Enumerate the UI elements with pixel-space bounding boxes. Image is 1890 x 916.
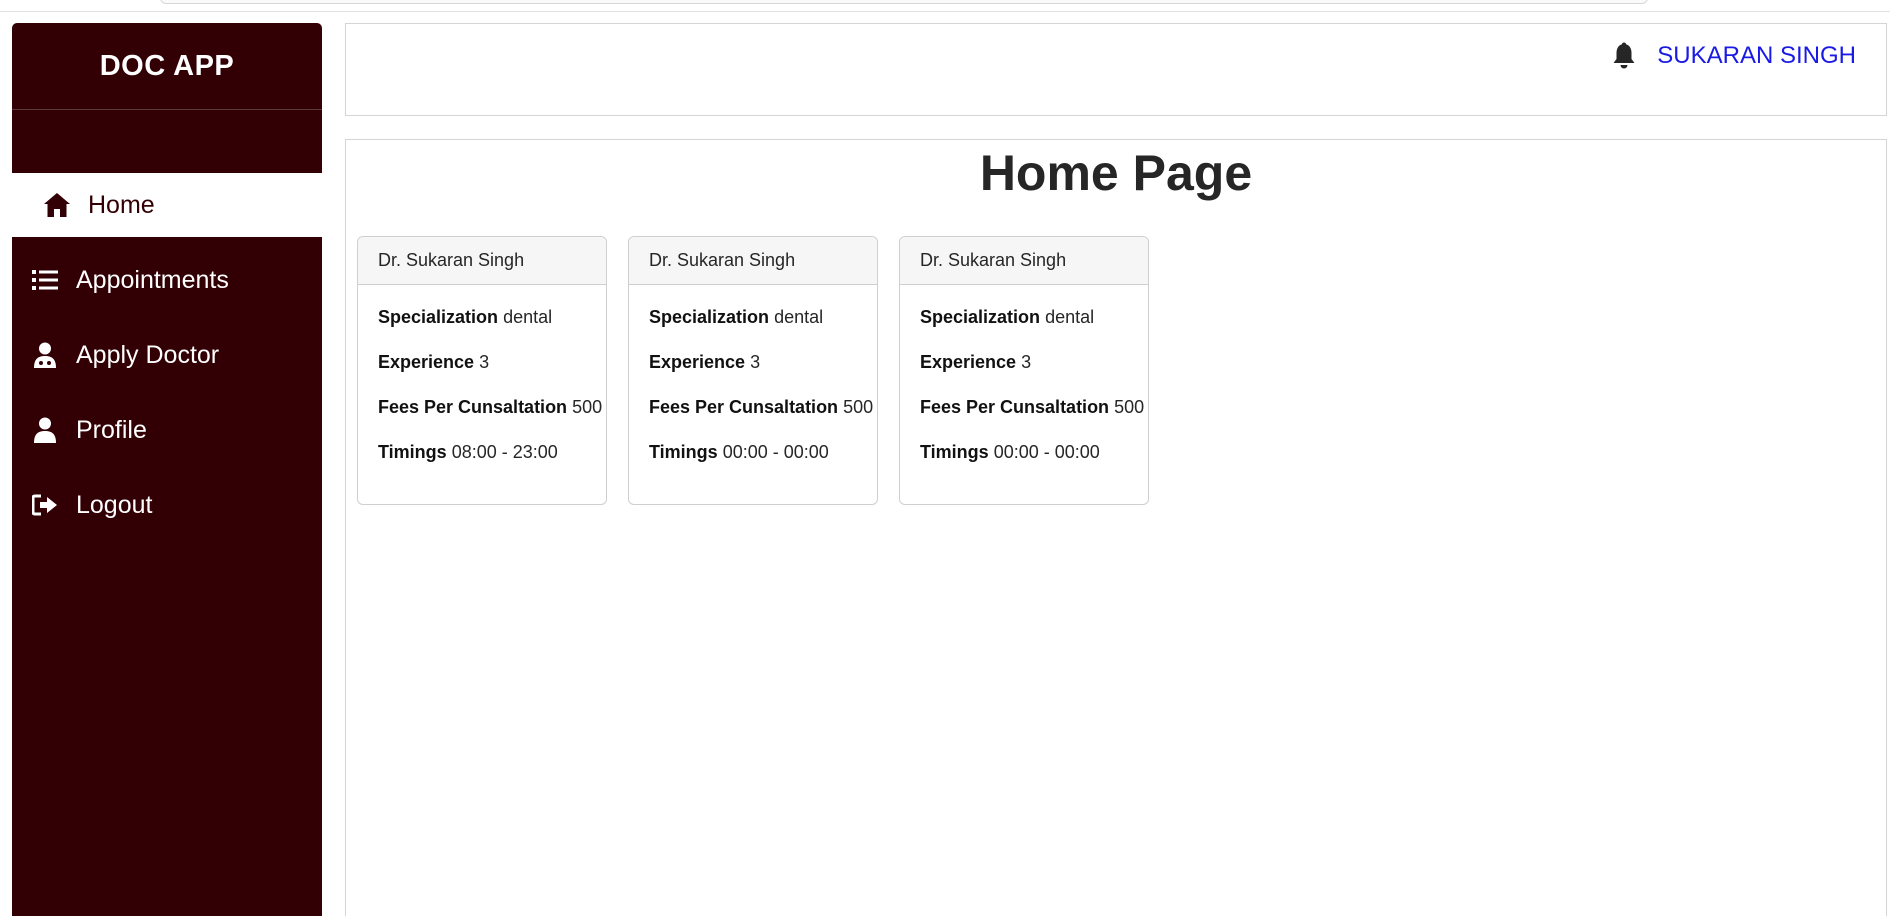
doctor-name: Dr. Sukaran Singh	[900, 237, 1148, 285]
specialization-row: Specialization dental	[649, 307, 877, 352]
experience-value: 3	[750, 352, 761, 372]
experience-label: Experience	[920, 352, 1017, 372]
sidebar-item-profile[interactable]: Profile	[12, 398, 322, 462]
top-header: SUKARAN SINGH	[345, 23, 1887, 116]
page-title: Home Page	[979, 145, 1253, 201]
sidebar-item-label: Home	[88, 190, 155, 219]
sidebar: DOC APP Home Appointments Apply Doctor P…	[12, 23, 322, 916]
specialization-value: dental	[1045, 307, 1095, 327]
sidebar-menu: Home Appointments Apply Doctor Profile L…	[12, 173, 322, 548]
specialization-row: Specialization dental	[378, 307, 606, 352]
doctor-name: Dr. Sukaran Singh	[358, 237, 606, 285]
bell-icon[interactable]	[1612, 42, 1636, 70]
browser-top-strip	[0, 0, 1890, 12]
sidebar-item-label: Profile	[76, 415, 147, 444]
sidebar-item-label: Apply Doctor	[76, 340, 220, 369]
experience-value: 3	[479, 352, 490, 372]
fees-value: 500	[572, 397, 603, 417]
app-logo: DOC APP	[12, 23, 322, 110]
user-icon	[30, 416, 60, 444]
specialization-value: dental	[503, 307, 553, 327]
timings-value: 00:00 - 00:00	[722, 442, 829, 462]
doctor-details: Specialization dental Experience 3 Fees …	[629, 285, 877, 487]
main-content: Home Page Dr. Sukaran Singh Specializati…	[345, 139, 1887, 916]
sidebar-item-home[interactable]: Home	[12, 173, 322, 237]
fees-label: Fees Per Cunsaltation	[649, 397, 839, 417]
timings-value: 00:00 - 00:00	[993, 442, 1100, 462]
doctor-card[interactable]: Dr. Sukaran Singh Specialization dental …	[899, 236, 1149, 505]
home-icon	[42, 191, 72, 219]
doctor-details: Specialization dental Experience 3 Fees …	[358, 285, 606, 487]
experience-label: Experience	[378, 352, 475, 372]
user-name-link[interactable]: SUKARAN SINGH	[1657, 42, 1856, 70]
experience-row: Experience 3	[649, 352, 877, 397]
fees-value: 500	[843, 397, 874, 417]
address-bar-edge	[160, 0, 1648, 4]
timings-label: Timings	[649, 442, 718, 462]
timings-label: Timings	[378, 442, 447, 462]
timings-row: Timings 00:00 - 00:00	[649, 442, 877, 487]
doctor-icon	[30, 341, 60, 369]
specialization-row: Specialization dental	[920, 307, 1148, 352]
doctor-card[interactable]: Dr. Sukaran Singh Specialization dental …	[628, 236, 878, 505]
experience-row: Experience 3	[378, 352, 606, 397]
doctor-card-list: Dr. Sukaran Singh Specialization dental …	[357, 236, 1149, 505]
sidebar-item-apply-doctor[interactable]: Apply Doctor	[12, 323, 322, 387]
doctor-name: Dr. Sukaran Singh	[629, 237, 877, 285]
specialization-label: Specialization	[920, 307, 1041, 327]
doctor-details: Specialization dental Experience 3 Fees …	[900, 285, 1148, 487]
sidebar-item-logout[interactable]: Logout	[12, 473, 322, 537]
sidebar-item-label: Appointments	[76, 265, 229, 294]
timings-row: Timings 08:00 - 23:00	[378, 442, 606, 487]
fees-label: Fees Per Cunsaltation	[378, 397, 568, 417]
logout-icon	[30, 491, 60, 519]
timings-value: 08:00 - 23:00	[451, 442, 558, 462]
specialization-label: Specialization	[649, 307, 770, 327]
fees-row: Fees Per Cunsaltation 500	[649, 397, 877, 442]
specialization-label: Specialization	[378, 307, 499, 327]
timings-row: Timings 00:00 - 00:00	[920, 442, 1148, 487]
fees-row: Fees Per Cunsaltation 500	[920, 397, 1148, 442]
sidebar-item-appointments[interactable]: Appointments	[12, 248, 322, 312]
fees-label: Fees Per Cunsaltation	[920, 397, 1110, 417]
timings-label: Timings	[920, 442, 989, 462]
doctor-card[interactable]: Dr. Sukaran Singh Specialization dental …	[357, 236, 607, 505]
experience-value: 3	[1021, 352, 1032, 372]
experience-row: Experience 3	[920, 352, 1148, 397]
sidebar-item-label: Logout	[76, 490, 153, 519]
fees-value: 500	[1114, 397, 1145, 417]
list-icon	[30, 266, 60, 294]
specialization-value: dental	[774, 307, 824, 327]
fees-row: Fees Per Cunsaltation 500	[378, 397, 606, 442]
experience-label: Experience	[649, 352, 746, 372]
